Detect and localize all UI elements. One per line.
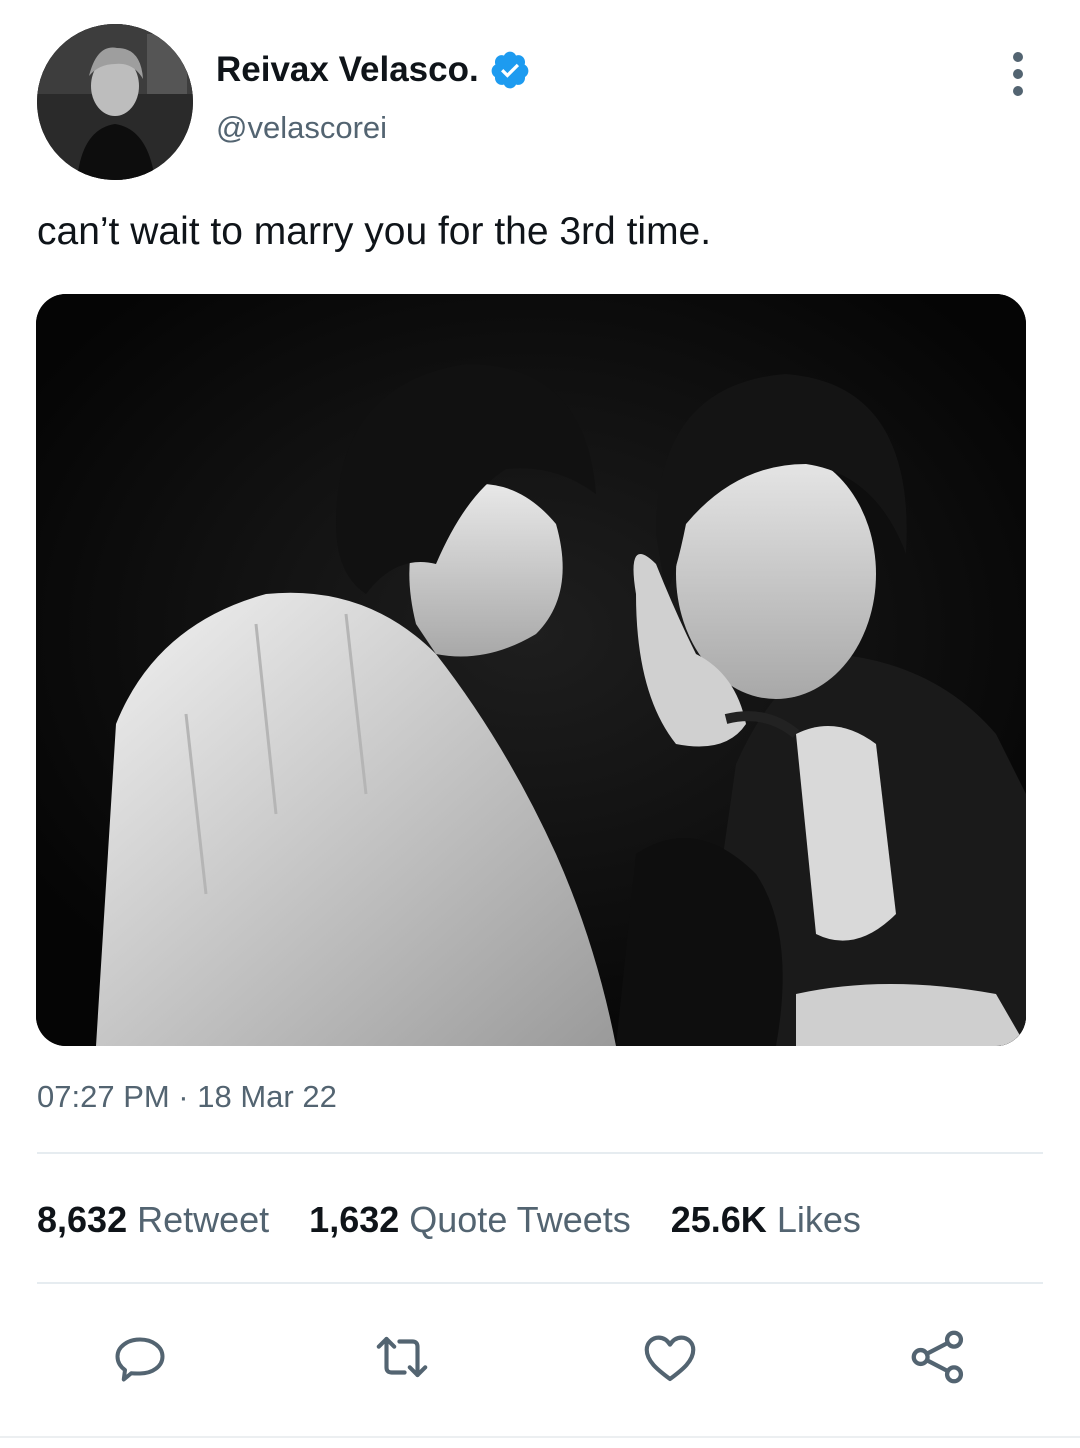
share-icon[interactable]	[906, 1325, 970, 1389]
display-name-text: Reivax Velasco.	[216, 50, 479, 89]
tweet-text: can’t wait to marry you for the 3rd time…	[37, 210, 712, 253]
like-count[interactable]: 25.6K Likes	[671, 1196, 861, 1244]
quote-count-number: 1,632	[309, 1199, 400, 1240]
retweet-count-number: 8,632	[37, 1199, 128, 1240]
quote-count[interactable]: 1,632 Quote Tweets	[309, 1196, 631, 1244]
retweet-count-label: Retweet	[137, 1199, 270, 1240]
more-options-icon[interactable]	[996, 52, 1040, 96]
display-name[interactable]: Reivax Velasco.	[216, 48, 531, 92]
like-count-number: 25.6K	[670, 1199, 767, 1240]
retweet-icon[interactable]	[370, 1325, 434, 1389]
divider	[37, 1282, 1043, 1284]
heart-icon[interactable]	[638, 1325, 702, 1389]
verified-badge-icon	[489, 49, 531, 91]
tweet-stats: 8,632 Retweet 1,632 Quote Tweets 25.6K Like…	[37, 1196, 901, 1244]
divider	[37, 1152, 1043, 1154]
avatar[interactable]	[37, 24, 193, 180]
tweet-media-image[interactable]	[36, 294, 1026, 1046]
divider	[0, 1436, 1080, 1438]
like-count-label: Likes	[776, 1199, 861, 1240]
quote-count-label: Quote Tweets	[409, 1199, 631, 1240]
reply-icon[interactable]	[108, 1325, 172, 1389]
user-handle[interactable]: @velascorei	[216, 108, 387, 148]
retweet-count[interactable]: 8,632 Retweet	[37, 1196, 269, 1244]
tweet-timestamp[interactable]: 07:27 PM · 18 Mar 22	[37, 1077, 337, 1117]
action-bar	[0, 1325, 1080, 1389]
avatar-image	[37, 24, 193, 180]
